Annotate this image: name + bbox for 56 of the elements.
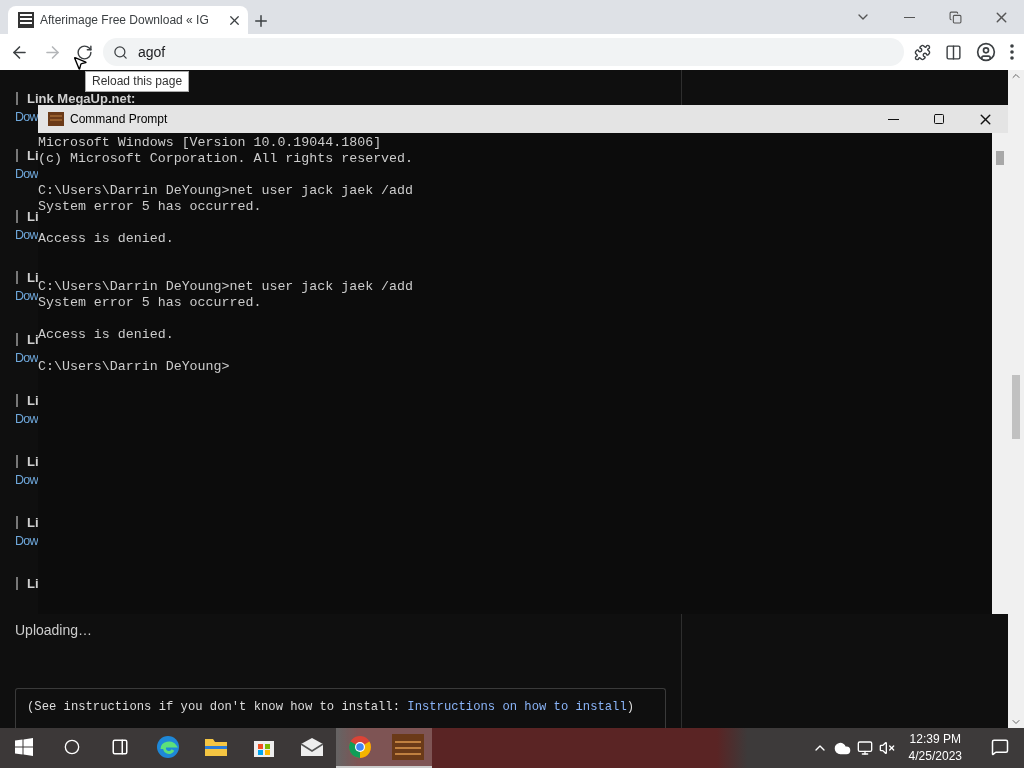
folder-icon bbox=[204, 737, 228, 757]
archive-app-icon bbox=[391, 733, 425, 761]
tab-title: Afterimage Free Download « IG bbox=[40, 13, 210, 27]
download-link[interactable]: Dow bbox=[15, 533, 38, 549]
console-line: Microsoft Windows [Version 10.0.19044.1806] bbox=[38, 135, 382, 151]
instructions-note: (See instructions if you don't know how to install: Instructions on how to install) bbox=[15, 687, 666, 728]
site-favicon-icon bbox=[18, 12, 34, 28]
console-line: (c) Microsoft Corporation. All rights reserved. bbox=[38, 151, 414, 167]
download-link[interactable]: Dow bbox=[15, 289, 38, 305]
scrollbar-thumb[interactable] bbox=[996, 151, 1004, 165]
user-icon bbox=[976, 42, 996, 62]
console-line: C:\Users\Darrin DeYoung>net user jack jaek /add bbox=[38, 183, 414, 199]
clock-date: 4/25/2023 bbox=[908, 748, 962, 765]
windows-logo-icon bbox=[15, 738, 33, 756]
taskbar-app[interactable] bbox=[384, 728, 432, 768]
side-panel-icon bbox=[945, 43, 962, 61]
console-line: Access is denied. bbox=[38, 231, 174, 247]
puzzle-icon bbox=[914, 43, 931, 61]
download-link[interactable]: Dow bbox=[15, 350, 38, 366]
circle-icon bbox=[64, 739, 80, 755]
download-link[interactable]: Dow bbox=[15, 228, 38, 244]
page-scrollbar[interactable] bbox=[1008, 70, 1024, 728]
reload-icon bbox=[76, 43, 93, 61]
clock[interactable]: 12:39 PM 4/25/2023 bbox=[900, 731, 970, 765]
download-link[interactable]: Dow bbox=[15, 472, 38, 488]
console-line: C:\Users\Darrin DeYoung> bbox=[38, 359, 230, 375]
scrollbar-thumb[interactable] bbox=[1012, 375, 1020, 439]
console-app-icon bbox=[48, 112, 64, 126]
restore-icon bbox=[948, 10, 962, 24]
download-link[interactable]: Dow bbox=[15, 110, 38, 125]
task-view-icon bbox=[111, 738, 129, 756]
minimize-icon bbox=[887, 118, 899, 120]
window-title: Command Prompt bbox=[70, 112, 168, 126]
more-icon bbox=[1010, 44, 1014, 60]
download-link[interactable]: Dow bbox=[15, 167, 38, 183]
search-icon bbox=[113, 44, 128, 60]
address-text: agof bbox=[138, 44, 166, 60]
download-link[interactable]: Dow bbox=[15, 411, 38, 427]
browser-tab[interactable]: Afterimage Free Download « IG bbox=[8, 6, 248, 34]
status-text: Uploading… bbox=[15, 621, 93, 638]
network-icon[interactable] bbox=[856, 740, 873, 756]
address-bar[interactable]: agof bbox=[103, 38, 904, 66]
instructions-link[interactable]: Instructions on how to install bbox=[407, 699, 627, 714]
console-line: System error 5 has occurred. bbox=[38, 199, 262, 215]
minimize-icon bbox=[903, 16, 915, 18]
envelope-icon bbox=[300, 737, 324, 757]
clock-time: 12:39 PM bbox=[909, 731, 961, 748]
speaker-muted-icon[interactable] bbox=[878, 740, 895, 756]
console-scrollbar[interactable] bbox=[992, 133, 1008, 614]
console-line: C:\Users\Darrin DeYoung>net user jack jaek /add bbox=[38, 279, 414, 295]
console-line: System error 5 has occurred. bbox=[38, 295, 262, 311]
plus-icon bbox=[252, 12, 270, 30]
console-line: Access is denied. bbox=[38, 327, 174, 343]
maximize-icon bbox=[933, 113, 945, 125]
reload-tooltip: Reload this page bbox=[85, 71, 190, 92]
speech-bubble-icon bbox=[991, 738, 1009, 756]
